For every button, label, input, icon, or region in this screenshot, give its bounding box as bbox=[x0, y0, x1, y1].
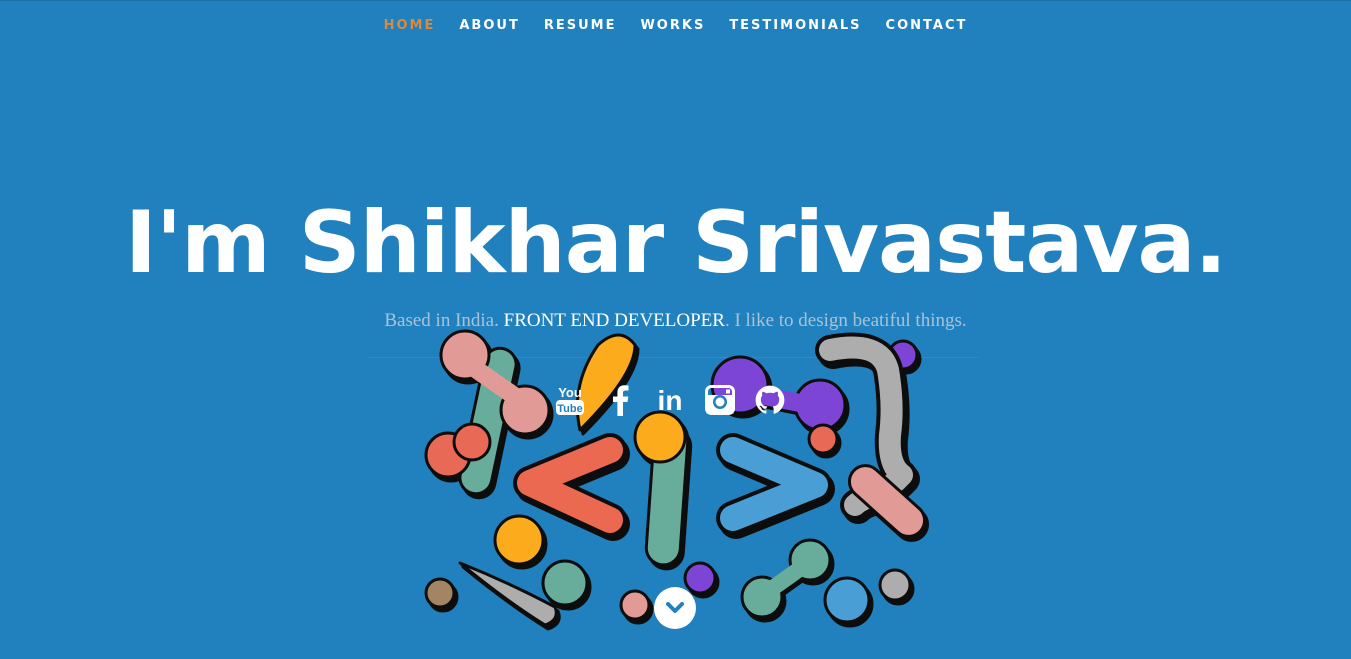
hero-title: I'm Shikhar Srivastava. bbox=[124, 193, 1227, 293]
nav-works[interactable]: WORKS bbox=[640, 18, 705, 33]
main-nav: HOME ABOUT RESUME WORKS TESTIMONIALS CON… bbox=[0, 0, 1351, 49]
nav-home[interactable]: HOME bbox=[384, 18, 436, 33]
linkedin-text: in bbox=[658, 385, 683, 415]
facebook-icon[interactable] bbox=[598, 378, 642, 422]
chevron-down-icon bbox=[666, 602, 684, 613]
instagram-icon[interactable] bbox=[698, 378, 742, 422]
youtube-icon[interactable]: You Tube bbox=[548, 378, 592, 422]
nav-testimonials[interactable]: TESTIMONIALS bbox=[729, 18, 861, 33]
nav-resume[interactable]: RESUME bbox=[544, 18, 617, 33]
nav-contact[interactable]: CONTACT bbox=[886, 18, 968, 33]
linkedin-icon[interactable]: in bbox=[648, 378, 692, 422]
github-icon[interactable] bbox=[748, 378, 792, 422]
scroll-down-button[interactable] bbox=[654, 587, 696, 629]
youtube-you-text: You bbox=[558, 385, 582, 400]
social-links: You Tube in bbox=[548, 378, 808, 422]
youtube-tube-text: Tube bbox=[557, 403, 582, 415]
nav-about[interactable]: ABOUT bbox=[459, 18, 519, 33]
